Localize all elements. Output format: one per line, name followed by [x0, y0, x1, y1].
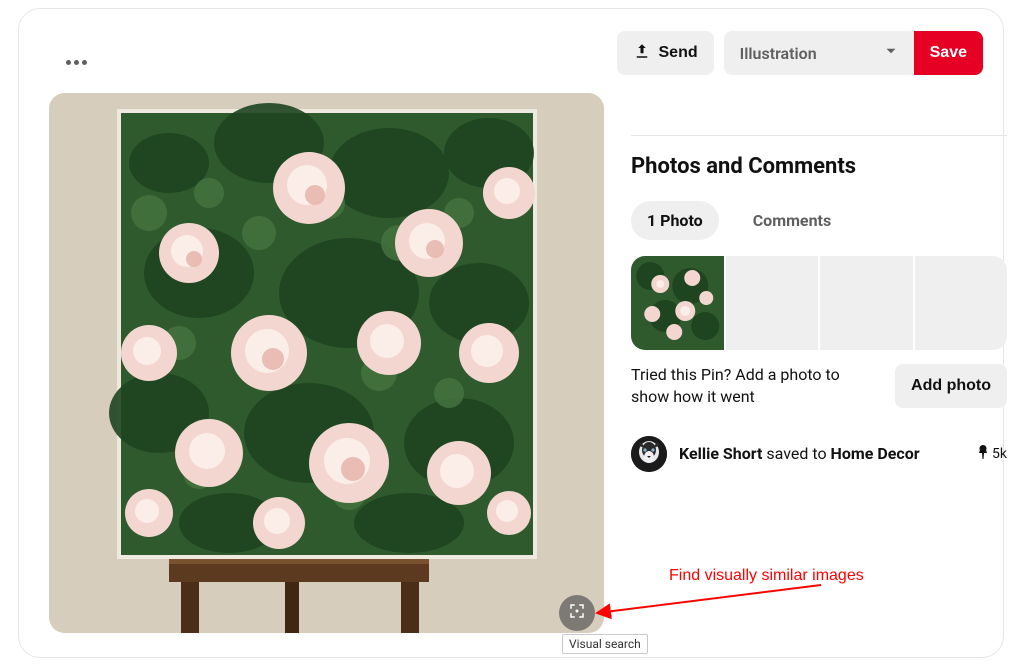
right-column: Photos and Comments 1 Photo Comments Tri… — [631, 93, 1007, 472]
add-photo-prompt: Tried this Pin? Add a photo to show how … — [631, 364, 1007, 408]
photo-thumbnail-empty[interactable] — [915, 256, 1008, 350]
prompt-text: Tried this Pin? Add a photo to show how … — [631, 364, 871, 407]
tabs: 1 Photo Comments — [631, 201, 1007, 240]
saver-row: Kellie Short saved to Home Decor 5k — [631, 436, 1007, 472]
send-label: Send — [659, 44, 698, 62]
visual-search-tooltip: Visual search — [562, 634, 648, 654]
send-button[interactable]: Send — [617, 31, 714, 75]
save-button[interactable]: Save — [914, 31, 983, 75]
pin-count: 5k — [978, 445, 1007, 463]
save-label: Save — [930, 44, 967, 62]
photo-thumbnail[interactable] — [631, 256, 724, 350]
pin-card: Send Illustration Save — [18, 8, 1004, 658]
saver-name[interactable]: Kellie Short — [679, 444, 762, 463]
tab-comments[interactable]: Comments — [737, 201, 847, 240]
more-icon — [66, 60, 87, 65]
photo-thumbnail-empty[interactable] — [820, 256, 913, 350]
saver-verb: saved to — [762, 444, 830, 463]
pin-icon — [978, 445, 988, 463]
section-title: Photos and Comments — [631, 154, 1007, 179]
tab-photos[interactable]: 1 Photo — [631, 201, 719, 240]
visual-search-button[interactable] — [559, 595, 595, 631]
send-icon — [633, 42, 651, 65]
add-photo-button[interactable]: Add photo — [895, 364, 1007, 408]
top-actions: Send Illustration Save — [617, 31, 984, 75]
divider — [631, 135, 1007, 136]
chevron-down-icon — [882, 42, 900, 64]
pin-count-value: 5k — [992, 446, 1007, 462]
annotation-text: Find visually similar images — [669, 567, 864, 585]
visual-search-icon — [568, 602, 586, 624]
board-select[interactable]: Illustration — [724, 31, 914, 75]
photo-thumbnail-empty[interactable] — [726, 256, 819, 350]
board-selected-label: Illustration — [740, 44, 817, 63]
photo-thumbnails — [631, 256, 1007, 350]
saver-text: Kellie Short saved to Home Decor — [679, 444, 966, 465]
pin-image[interactable] — [49, 93, 604, 633]
avatar[interactable] — [631, 436, 667, 472]
more-button[interactable] — [57, 43, 95, 81]
saver-board[interactable]: Home Decor — [831, 444, 920, 463]
